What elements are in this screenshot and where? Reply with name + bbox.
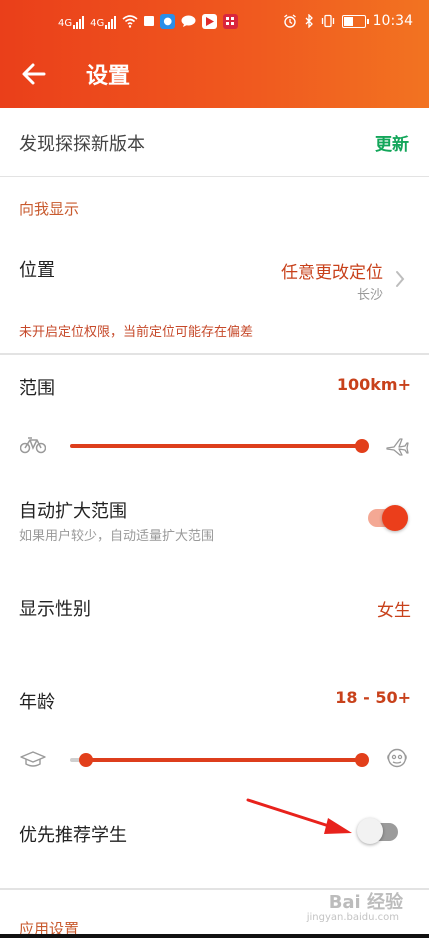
toggle-knob[interactable]	[357, 818, 383, 844]
toggle-knob[interactable]	[382, 505, 408, 531]
annotation-arrow-icon	[246, 798, 352, 834]
app-notification-icon-red	[223, 13, 239, 29]
signal-label-2: 4G	[90, 18, 105, 29]
airplane-icon	[386, 438, 409, 456]
age-value: 18 - 50+	[335, 688, 411, 707]
location-value: 任意更改定位	[281, 263, 383, 283]
age-label: 年龄	[19, 692, 55, 713]
wifi-icon	[122, 15, 138, 28]
chevron-right-icon	[396, 271, 405, 287]
range-label: 范围	[19, 378, 55, 399]
update-label: 发现探探新版本	[19, 134, 145, 155]
status-bar-right: 10:34	[283, 13, 413, 29]
auto-expand-label: 自动扩大范围	[19, 501, 127, 522]
watermark-url: jingyan.baidu.com	[306, 912, 399, 923]
status-bar: 4G 4G ● 10:34	[0, 0, 429, 46]
bike-icon	[20, 437, 46, 454]
age-slider-min-handle[interactable]	[79, 753, 93, 767]
update-row[interactable]: 发现探探新版本 更新	[0, 108, 429, 177]
notification-square-icon	[144, 16, 155, 26]
watermark-logo: Bai 经验	[328, 892, 403, 913]
update-button[interactable]: 更新	[375, 130, 409, 155]
age-slider-track[interactable]	[86, 758, 362, 762]
back-arrow-icon[interactable]	[20, 60, 48, 88]
vibrate-icon	[321, 14, 334, 28]
range-slider-track[interactable]	[70, 444, 362, 448]
signal-icon-2: 4G	[90, 13, 117, 29]
alarm-icon	[283, 14, 296, 28]
section-title-show-me: 向我显示	[19, 200, 80, 218]
elder-face-icon	[387, 748, 407, 768]
range-slider-handle[interactable]	[355, 439, 369, 453]
location-city: 长沙	[356, 288, 383, 303]
bottom-edge	[0, 934, 429, 938]
signal-icon: 4G	[58, 13, 85, 29]
range-value: 100km+	[336, 375, 411, 394]
age-slider-max-handle[interactable]	[355, 753, 369, 767]
app-header: 4G 4G ● 10:34 设置	[0, 0, 429, 108]
status-bar-left: 4G 4G ●	[58, 13, 239, 29]
signal-label-1: 4G	[58, 18, 73, 29]
chat-bubble-icon	[181, 14, 196, 29]
gender-value: 女生	[377, 601, 411, 621]
gender-label: 显示性别	[19, 599, 91, 620]
prefer-students-label: 优先推荐学生	[19, 825, 127, 846]
status-time: 10:34	[372, 13, 413, 29]
graduation-cap-icon	[20, 751, 46, 767]
location-warning: 未开启定位权限，当前定位可能存在偏差	[19, 325, 254, 340]
divider	[0, 353, 429, 355]
bluetooth-icon	[305, 14, 313, 28]
auto-expand-sub: 如果用户较少，自动适量扩大范围	[19, 529, 215, 544]
app-notification-icon-blue: ●	[160, 13, 176, 29]
page-title: 设置	[86, 64, 131, 89]
location-label: 位置	[19, 260, 55, 281]
battery-icon	[341, 14, 369, 28]
video-play-icon	[202, 13, 218, 29]
